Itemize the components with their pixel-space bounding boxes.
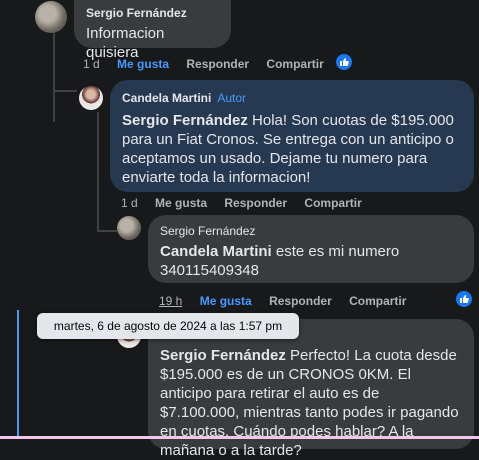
author-badge: Autor	[217, 91, 247, 105]
reply-button[interactable]: Responder	[269, 294, 332, 308]
comment-author[interactable]: Candela Martini	[122, 91, 211, 105]
share-button[interactable]: Compartir	[266, 57, 323, 71]
comment-actions: 19 h Me gusta Responder Compartir	[159, 294, 420, 308]
comment-bubble: Sergio Fernández Informacion quisiera	[74, 0, 231, 61]
comment-bubble: Sergio Fernández Candela Martini este es…	[148, 215, 474, 283]
thread-line-curve	[97, 230, 117, 232]
like-reaction-icon[interactable]	[336, 54, 352, 70]
thread-line	[97, 112, 99, 232]
comment-text: Sergio Fernández Perfecto! La cuota desd…	[160, 347, 459, 459]
comment-author[interactable]: Sergio Fernández	[86, 6, 219, 20]
thread-line-curve	[53, 90, 77, 92]
scroll-highlight-bar	[17, 310, 19, 439]
avatar[interactable]	[117, 216, 141, 240]
like-reaction-icon[interactable]	[456, 291, 472, 307]
comment-actions: 1 d Me gusta Responder Compartir	[83, 57, 338, 71]
avatar[interactable]	[79, 86, 103, 110]
comment-text: Candela Martini este es mi numero 340115…	[160, 243, 400, 279]
share-button[interactable]: Compartir	[349, 294, 406, 308]
like-button[interactable]: Me gusta	[200, 294, 252, 308]
reply-button[interactable]: Responder	[224, 196, 287, 210]
mention-link[interactable]: Sergio Fernández	[160, 347, 286, 364]
comment-time[interactable]: 1 d	[83, 57, 100, 71]
timestamp-tooltip: martes, 6 de agosto de 2024 a las 1:57 p…	[37, 313, 299, 339]
comment-time[interactable]: 19 h	[159, 294, 182, 308]
comment-text: Sergio Fernández Hola! Son cuotas de $19…	[122, 112, 454, 186]
mention-link[interactable]: Sergio Fernández	[122, 112, 248, 129]
share-button[interactable]: Compartir	[304, 196, 361, 210]
comment-actions: 1 d Me gusta Responder Compartir	[121, 196, 376, 210]
mention-link[interactable]: Candela Martini	[160, 243, 272, 260]
like-button[interactable]: Me gusta	[155, 196, 207, 210]
like-button[interactable]: Me gusta	[117, 57, 169, 71]
comment-author[interactable]: Sergio Fernández	[160, 224, 462, 238]
reply-button[interactable]: Responder	[186, 57, 249, 71]
thread-line	[53, 32, 55, 122]
avatar[interactable]	[35, 1, 67, 33]
comment-time[interactable]: 1 d	[121, 196, 138, 210]
comment-bubble: Candela Martini Autor Sergio Fernández Ho…	[110, 80, 474, 192]
